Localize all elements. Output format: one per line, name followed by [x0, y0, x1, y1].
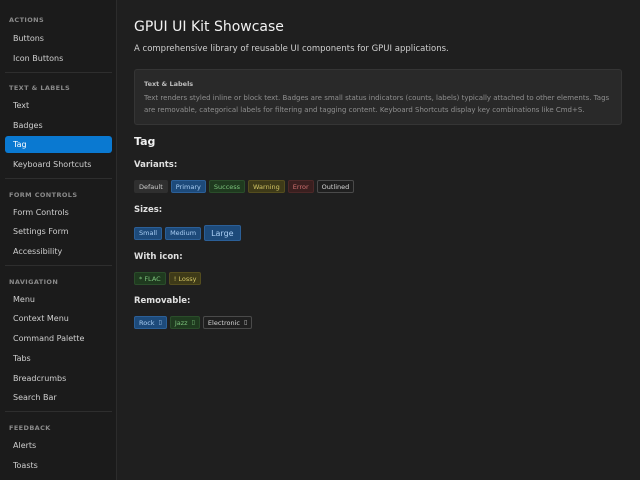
sidebar-section-navigation: NAVIGATION — [9, 278, 59, 286]
sidebar-section-actions: ACTIONS — [9, 16, 45, 24]
page-title: GPUI UI Kit Showcase — [134, 19, 284, 35]
with-icon-row: * FLAC ! Lossy — [134, 272, 202, 285]
removable-label: Removable: — [134, 296, 191, 306]
sidebar-item-accessibility[interactable]: Accessibility — [5, 243, 112, 260]
tag-jazz[interactable]: Jazz ▯ — [169, 316, 200, 329]
sizes-row: Small Medium Large — [134, 225, 241, 241]
main-content: GPUI UI Kit Showcase A comprehensive lib… — [117, 0, 640, 480]
sidebar-item-icon-buttons[interactable]: Icon Buttons — [5, 50, 112, 67]
info-panel-text: Text renders styled inline or block text… — [144, 94, 610, 114]
variants-row: Default Primary Success Warning Error Ou… — [134, 180, 355, 193]
sidebar-item-badges[interactable]: Badges — [5, 117, 112, 134]
tag-label: Jazz — [174, 318, 188, 327]
sidebar-item-menu[interactable]: Menu — [5, 291, 112, 308]
tag-label: Rock — [139, 318, 155, 327]
section-title-tag: Tag — [134, 135, 156, 148]
sidebar-section-text-labels: TEXT & LABELS — [9, 84, 71, 92]
sidebar-item-tabs[interactable]: Tabs — [5, 350, 112, 367]
sidebar-item-search-bar[interactable]: Search Bar — [5, 389, 112, 406]
tag-medium[interactable]: Medium — [165, 226, 202, 240]
tag-error[interactable]: Error — [287, 180, 314, 193]
with-icon-label: With icon: — [134, 252, 183, 262]
tag-electronic[interactable]: Electronic ▯ — [202, 316, 253, 329]
tag-lossy[interactable]: ! Lossy — [168, 272, 202, 285]
tag-label: Electronic — [207, 318, 240, 327]
tag-warning[interactable]: Warning — [248, 180, 285, 193]
variants-label: Variants: — [134, 160, 178, 170]
close-icon[interactable]: ▯ — [192, 319, 195, 326]
sidebar-divider — [5, 178, 112, 179]
sidebar-item-settings-form[interactable]: Settings Form — [5, 223, 112, 240]
sidebar-item-command-palette[interactable]: Command Palette — [5, 330, 112, 347]
info-panel-title: Text & Labels — [144, 80, 194, 88]
sidebar-divider — [5, 265, 112, 266]
info-panel: Text & Labels Text renders styled inline… — [134, 69, 622, 125]
sidebar-item-breadcrumbs[interactable]: Breadcrumbs — [5, 370, 112, 387]
tag-rock[interactable]: Rock ▯ — [134, 316, 167, 329]
sidebar-item-toasts[interactable]: Toasts — [5, 457, 112, 474]
sidebar-item-alerts[interactable]: Alerts — [5, 437, 112, 454]
removable-row: Rock ▯ Jazz ▯ Electronic ▯ — [134, 316, 253, 329]
tag-default[interactable]: Default — [134, 180, 168, 193]
sidebar-item-context-menu[interactable]: Context Menu — [5, 310, 112, 327]
tag-flac[interactable]: * FLAC — [134, 272, 166, 285]
sidebar-item-buttons[interactable]: Buttons — [5, 30, 112, 47]
sidebar-item-keyboard-shortcuts[interactable]: Keyboard Shortcuts — [5, 156, 112, 173]
close-icon[interactable]: ▯ — [159, 319, 162, 326]
tag-large[interactable]: Large — [204, 225, 241, 241]
sizes-label: Sizes: — [134, 205, 163, 215]
tag-success[interactable]: Success — [208, 180, 246, 193]
sidebar-divider — [5, 411, 112, 412]
sidebar-item-tag[interactable]: Tag — [5, 136, 112, 153]
sidebar: ACTIONS Buttons Icon Buttons TEXT & LABE… — [0, 0, 117, 480]
close-icon[interactable]: ▯ — [244, 319, 247, 326]
sidebar-section-form-controls: FORM CONTROLS — [9, 191, 78, 199]
sidebar-divider — [5, 72, 112, 73]
sidebar-section-feedback: FEEDBACK — [9, 424, 51, 432]
sidebar-item-form-controls[interactable]: Form Controls — [5, 204, 112, 221]
tag-small[interactable]: Small — [134, 226, 163, 240]
tag-outlined[interactable]: Outlined — [316, 180, 355, 193]
tag-primary[interactable]: Primary — [170, 180, 206, 193]
sidebar-item-text[interactable]: Text — [5, 97, 112, 114]
page-subtitle: A comprehensive library of reusable UI c… — [134, 44, 449, 54]
